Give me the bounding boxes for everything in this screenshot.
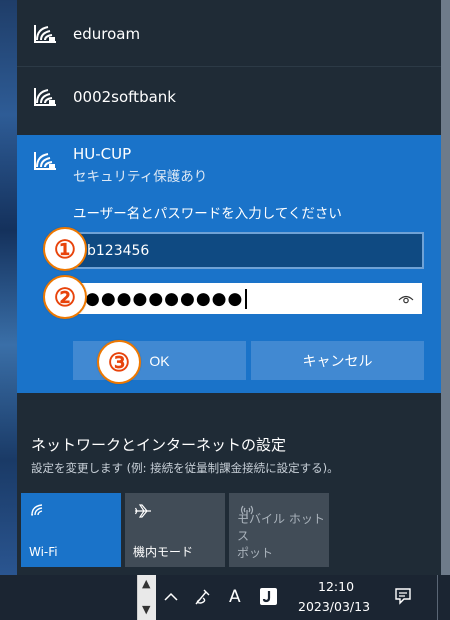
reveal-password-icon[interactable] [398, 293, 414, 305]
show-hidden-icons-icon[interactable] [163, 590, 179, 604]
chevron-down-icon[interactable]: ▼ [142, 603, 150, 616]
wifi-icon [31, 504, 43, 516]
wifi-secured-icon [34, 152, 56, 170]
tile-label: 機内モード [133, 545, 194, 559]
taskbar: ▲ ▼ A 12:10 2023/03/13 [0, 575, 450, 620]
network-ssid: eduroam [73, 25, 141, 43]
username-value: b123456 [87, 242, 150, 259]
wifi-secured-icon [34, 88, 56, 106]
cancel-button[interactable]: キャンセル [251, 341, 424, 380]
network-ssid: HU-CUP [73, 145, 132, 163]
ime-mode-indicator[interactable]: A [229, 587, 241, 607]
network-item-eduroam[interactable]: eduroam [17, 3, 441, 65]
security-status: セキュリティ保護あり [73, 169, 208, 185]
desktop-background-right [441, 0, 450, 575]
username-input[interactable]: b123456 [73, 232, 424, 269]
mobile-hotspot-tile[interactable]: モバイル ホットス ポット [229, 493, 329, 567]
annotation-badge-3: ③ [97, 340, 141, 384]
show-desktop-button[interactable] [437, 575, 438, 620]
annotation-badge-1: ① [43, 227, 87, 271]
wifi-secured-icon [34, 25, 56, 43]
airplane-mode-tile[interactable]: 機内モード [125, 493, 225, 567]
annotation-badge-2: ② [43, 275, 87, 319]
credentials-prompt: ユーザー名とパスワードを入力してください [73, 206, 342, 222]
text-caret [245, 288, 247, 309]
network-ssid: 0002softbank [73, 88, 176, 106]
wifi-toggle-tile[interactable]: Wi-Fi [21, 493, 121, 567]
clock-date[interactable]: 2023/03/13 [298, 599, 370, 614]
tile-label: Wi-Fi [29, 545, 58, 559]
taskbar-scroll[interactable]: ▲ ▼ [137, 575, 156, 620]
notification-center-icon[interactable] [394, 587, 412, 605]
network-settings-link[interactable]: ネットワークとインターネットの設定 [31, 434, 286, 455]
chevron-up-icon[interactable]: ▲ [142, 577, 150, 590]
network-item-0002softbank[interactable]: 0002softbank [17, 66, 441, 128]
app-tray-icon[interactable] [259, 587, 278, 606]
airplane-icon [134, 504, 151, 518]
desktop-background-left [0, 0, 17, 575]
password-mask: ●●●●●●●●●● [85, 288, 244, 309]
pen-icon[interactable] [193, 587, 213, 607]
network-settings-description: 設定を変更します (例: 接続を従量制課金接続に設定する)。 [31, 461, 339, 475]
password-input[interactable]: ●●●●●●●●●● [73, 281, 424, 316]
clock-time[interactable]: 12:10 [318, 579, 354, 594]
tile-label: モバイル ホットス ポット [237, 512, 325, 560]
